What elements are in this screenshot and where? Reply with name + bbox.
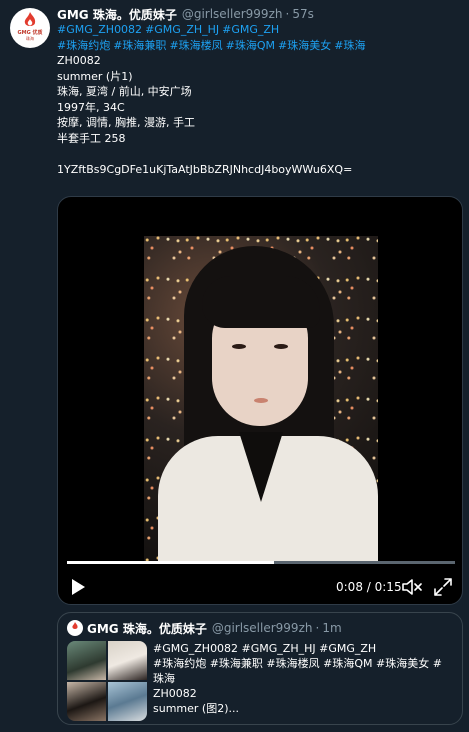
tweet: GMG 优质 珠海 GMG 珠海。优质妹子 @girlseller999zh ·… (0, 0, 469, 732)
hashtag-line-2: #珠海约炮 #珠海兼职 #珠海楼凤 #珠海QM #珠海美女 #珠海 (57, 38, 457, 54)
tweet-text-line: 1YZftBs9CgDFe1uKjTaAtJbBbZRJNhcdJ4boyWWu… (57, 162, 353, 176)
fullscreen-icon (434, 578, 452, 596)
play-button[interactable] (70, 577, 88, 597)
media-thumbnail[interactable] (67, 641, 106, 680)
tweet-text-line: ZH0082 (57, 54, 101, 67)
hashtag-link[interactable]: #珠海楼凤 (169, 39, 222, 52)
tweet-text-line: 半套手工 258 (57, 131, 126, 145)
video-subject-eye (232, 344, 246, 349)
hashtag-link[interactable]: #GMG_ZH0082 (57, 23, 142, 36)
hashtag-link[interactable]: #珠海约炮 (57, 39, 110, 52)
current-time: 0:08 (336, 580, 363, 594)
volume-button[interactable] (402, 577, 422, 597)
tweet-text-line: 按摩, 调情, 胸推, 漫游, 手工 (57, 116, 195, 129)
video-progress-fill (67, 561, 274, 564)
flame-logo-icon (72, 622, 78, 629)
time-separator: / (362, 580, 375, 594)
avatar-text-bottom: 珠海 (26, 36, 34, 41)
quoted-text-line: #珠海约炮 #珠海兼职 #珠海楼凤 #珠海QM #珠海美女 # (153, 657, 442, 670)
separator-dot: · (285, 7, 290, 21)
separator-dot: · (315, 621, 320, 635)
quoted-text-line: 珠海 (153, 672, 175, 685)
tweet-header: GMG 珠海。优质妹子 @girlseller999zh · 57s (57, 6, 314, 22)
quoted-author-handle: @girlseller999zh (211, 621, 313, 635)
avatar-text-top: GMG 优质 (17, 30, 43, 36)
hashtag-link[interactable]: #珠海QM (226, 39, 275, 52)
quoted-text-line: summer (图2)... (153, 702, 239, 715)
quoted-text-line: #GMG_ZH0082 #GMG_ZH_HJ #GMG_ZH (153, 642, 377, 655)
flame-logo-icon (24, 12, 36, 26)
video-player[interactable]: 0:08 / 0:15 (57, 196, 463, 605)
timestamp[interactable]: 57s (292, 7, 314, 21)
tweet-text-blank (57, 146, 457, 162)
tweet-text-line: summer (片1) (57, 69, 133, 83)
video-subject-mouth (254, 398, 268, 403)
tweet-text-line: 1997年, 34C (57, 100, 125, 114)
quoted-media-grid[interactable] (67, 641, 147, 721)
tweet-text-line: 珠海, 夏湾 / 前山, 中安广场 (57, 85, 192, 98)
video-progress-bar[interactable] (67, 561, 455, 564)
hashtag-link[interactable]: #珠海兼职 (113, 39, 166, 52)
media-thumbnail[interactable] (108, 641, 147, 680)
fullscreen-button[interactable] (434, 577, 454, 597)
hashtag-link[interactable]: #珠海 (334, 39, 365, 52)
quoted-tweet-header: GMG 珠海。优质妹子 @girlseller999zh · 1m (67, 620, 342, 636)
quoted-avatar (67, 620, 83, 636)
hashtag-link[interactable]: #GMG_ZH_HJ (145, 23, 219, 36)
video-subject-eye (274, 344, 288, 349)
quoted-text-line: ZH0082 (153, 687, 197, 700)
play-icon (72, 579, 85, 595)
volume-muted-icon (402, 579, 422, 595)
media-thumbnail[interactable] (108, 682, 147, 721)
quoted-author-name: GMG 珠海。优质妹子 (87, 621, 207, 636)
duration: 0:15 (374, 580, 402, 594)
media-thumbnail[interactable] (67, 682, 106, 721)
hashtag-link[interactable]: #GMG_ZH (222, 23, 279, 36)
tweet-body: #GMG_ZH0082 #GMG_ZH_HJ #GMG_ZH #珠海约炮 #珠海兼职 #… (57, 22, 457, 177)
hashtag-line-1: #GMG_ZH0082 #GMG_ZH_HJ #GMG_ZH (57, 22, 457, 38)
author-name[interactable]: GMG 珠海。优质妹子 (57, 6, 177, 23)
avatar[interactable]: GMG 优质 珠海 (10, 8, 50, 48)
author-handle[interactable]: @girlseller999zh (182, 7, 283, 21)
hashtag-link[interactable]: #珠海美女 (278, 39, 331, 52)
video-subject-bangs (202, 276, 320, 328)
video-frame[interactable] (144, 236, 378, 563)
quoted-timestamp: 1m (322, 621, 342, 635)
video-time-readout: 0:08 / 0:15 (336, 577, 402, 597)
quoted-tweet[interactable]: GMG 珠海。优质妹子 @girlseller999zh · 1m #GMG_Z… (57, 612, 463, 725)
quoted-tweet-text: #GMG_ZH0082 #GMG_ZH_HJ #GMG_ZH #珠海约炮 #珠海… (153, 641, 458, 716)
